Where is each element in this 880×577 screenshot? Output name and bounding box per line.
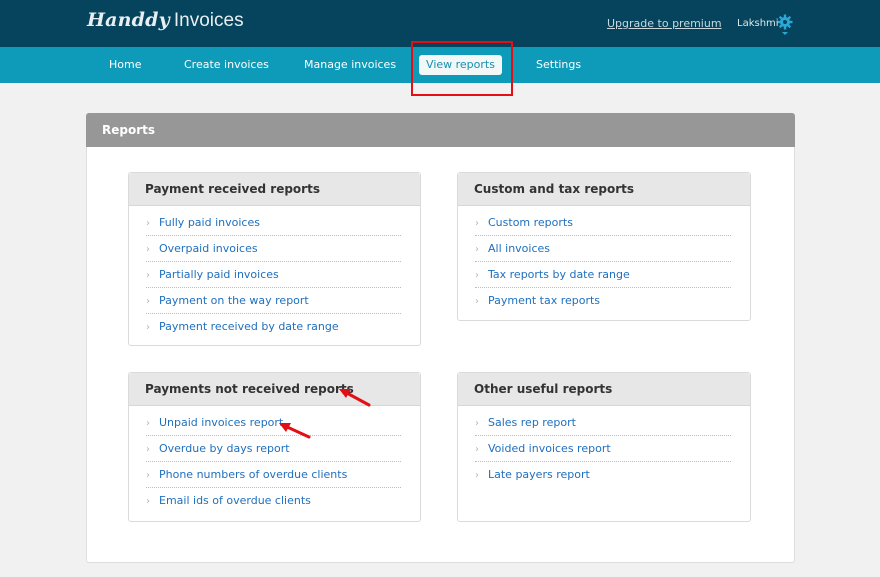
report-link-overdue-email-ids[interactable]: › Email ids of overdue clients <box>146 488 401 514</box>
report-link-label[interactable]: Payment received by date range <box>159 320 339 333</box>
card-header: Payment received reports <box>129 173 420 206</box>
chevron-right-icon: › <box>146 296 150 307</box>
report-link-label[interactable]: Tax reports by date range <box>488 268 630 281</box>
username-label: Lakshmi <box>737 18 779 29</box>
card-header: Payments not received reports <box>129 373 420 406</box>
card-title: Payments not received reports <box>145 382 354 396</box>
report-link-label[interactable]: Overdue by days report <box>159 442 290 455</box>
report-link-label[interactable]: All invoices <box>488 242 550 255</box>
report-link-label[interactable]: Sales rep report <box>488 416 576 429</box>
card-custom-and-tax: Custom and tax reports › Custom reports ›… <box>457 172 751 321</box>
chevron-right-icon: › <box>475 470 479 481</box>
report-link-partially-paid[interactable]: › Partially paid invoices <box>146 262 401 288</box>
report-link-label[interactable]: Email ids of overdue clients <box>159 494 311 507</box>
report-link-list: › Custom reports › All invoices › Tax repor… <box>458 206 750 314</box>
report-link-payment-tax[interactable]: › Payment tax reports <box>475 288 731 314</box>
report-link-custom[interactable]: › Custom reports <box>475 210 731 236</box>
chevron-right-icon: › <box>146 470 150 481</box>
report-link-payment-on-the-way[interactable]: › Payment on the way report <box>146 288 401 314</box>
report-link-late-payers[interactable]: › Late payers report <box>475 462 731 488</box>
logo-script-text: Handdy <box>87 9 170 31</box>
nav-create-invoices[interactable]: Create invoices <box>184 47 269 83</box>
chevron-right-icon: › <box>146 244 150 255</box>
card-title: Other useful reports <box>474 382 613 396</box>
chevron-right-icon: › <box>146 218 150 229</box>
chevron-right-icon: › <box>475 244 479 255</box>
report-link-unpaid-invoices[interactable]: › Unpaid invoices report <box>146 410 401 436</box>
report-link-label[interactable]: Phone numbers of overdue clients <box>159 468 347 481</box>
report-link-overdue-by-days[interactable]: › Overdue by days report <box>146 436 401 462</box>
card-header: Custom and tax reports <box>458 173 750 206</box>
chevron-right-icon: › <box>475 296 479 307</box>
report-link-label[interactable]: Fully paid invoices <box>159 216 260 229</box>
panel-title: Reports <box>102 123 156 137</box>
report-link-label[interactable]: Late payers report <box>488 468 590 481</box>
report-link-fully-paid[interactable]: › Fully paid invoices <box>146 210 401 236</box>
chevron-right-icon: › <box>475 444 479 455</box>
logo-word-text: Invoices <box>173 10 244 31</box>
report-link-overpaid[interactable]: › Overpaid invoices <box>146 236 401 262</box>
report-link-list: › Unpaid invoices report › Overdue by days… <box>129 406 420 514</box>
reports-panel-header: Reports <box>86 113 795 147</box>
report-link-payment-by-date-range[interactable]: › Payment received by date range <box>146 314 401 340</box>
card-other-useful: Other useful reports › Sales rep report ›… <box>457 372 751 522</box>
report-link-overdue-phone-numbers[interactable]: › Phone numbers of overdue clients <box>146 462 401 488</box>
report-link-list: › Sales rep report › Voided invoices repor… <box>458 406 750 488</box>
chevron-right-icon: › <box>475 218 479 229</box>
report-link-all-invoices[interactable]: › All invoices <box>475 236 731 262</box>
chevron-right-icon: › <box>146 418 150 429</box>
report-link-tax-by-date-range[interactable]: › Tax reports by date range <box>475 262 731 288</box>
nav-home[interactable]: Home <box>109 47 141 83</box>
app-logo[interactable]: Handdy Invoices <box>87 9 244 32</box>
card-payment-received: Payment received reports › Fully paid inv… <box>128 172 421 346</box>
chevron-right-icon: › <box>146 322 150 333</box>
report-link-label[interactable]: Unpaid invoices report <box>159 416 283 429</box>
chevron-right-icon: › <box>146 496 150 507</box>
card-title: Custom and tax reports <box>474 182 635 196</box>
report-link-label[interactable]: Overpaid invoices <box>159 242 258 255</box>
annotation-arrow-icon <box>339 389 371 407</box>
annotation-arrow-icon <box>279 423 311 439</box>
nav-settings[interactable]: Settings <box>536 47 581 83</box>
report-link-label[interactable]: Partially paid invoices <box>159 268 279 281</box>
card-title: Payment received reports <box>145 182 320 196</box>
card-payments-not-received: Payments not received reports › Unpaid in… <box>128 372 421 522</box>
chevron-right-icon: › <box>475 418 479 429</box>
upgrade-to-premium-link[interactable]: Upgrade to premium <box>607 17 722 30</box>
gear-icon[interactable] <box>777 14 793 36</box>
chevron-right-icon: › <box>475 270 479 281</box>
chevron-right-icon: › <box>146 270 150 281</box>
chevron-right-icon: › <box>146 444 150 455</box>
report-link-sales-rep[interactable]: › Sales rep report <box>475 410 731 436</box>
report-link-label[interactable]: Voided invoices report <box>488 442 611 455</box>
report-link-label[interactable]: Payment on the way report <box>159 294 309 307</box>
top-bar: Handdy Invoices Upgrade to premium Lakshm… <box>0 0 880 47</box>
nav-manage-invoices[interactable]: Manage invoices <box>304 47 396 83</box>
report-link-label[interactable]: Custom reports <box>488 216 573 229</box>
card-header: Other useful reports <box>458 373 750 406</box>
report-link-label[interactable]: Payment tax reports <box>488 294 600 307</box>
report-link-voided-invoices[interactable]: › Voided invoices report <box>475 436 731 462</box>
annotation-highlight-box <box>411 41 513 96</box>
report-link-list: › Fully paid invoices › Overpaid invoices … <box>129 206 420 340</box>
